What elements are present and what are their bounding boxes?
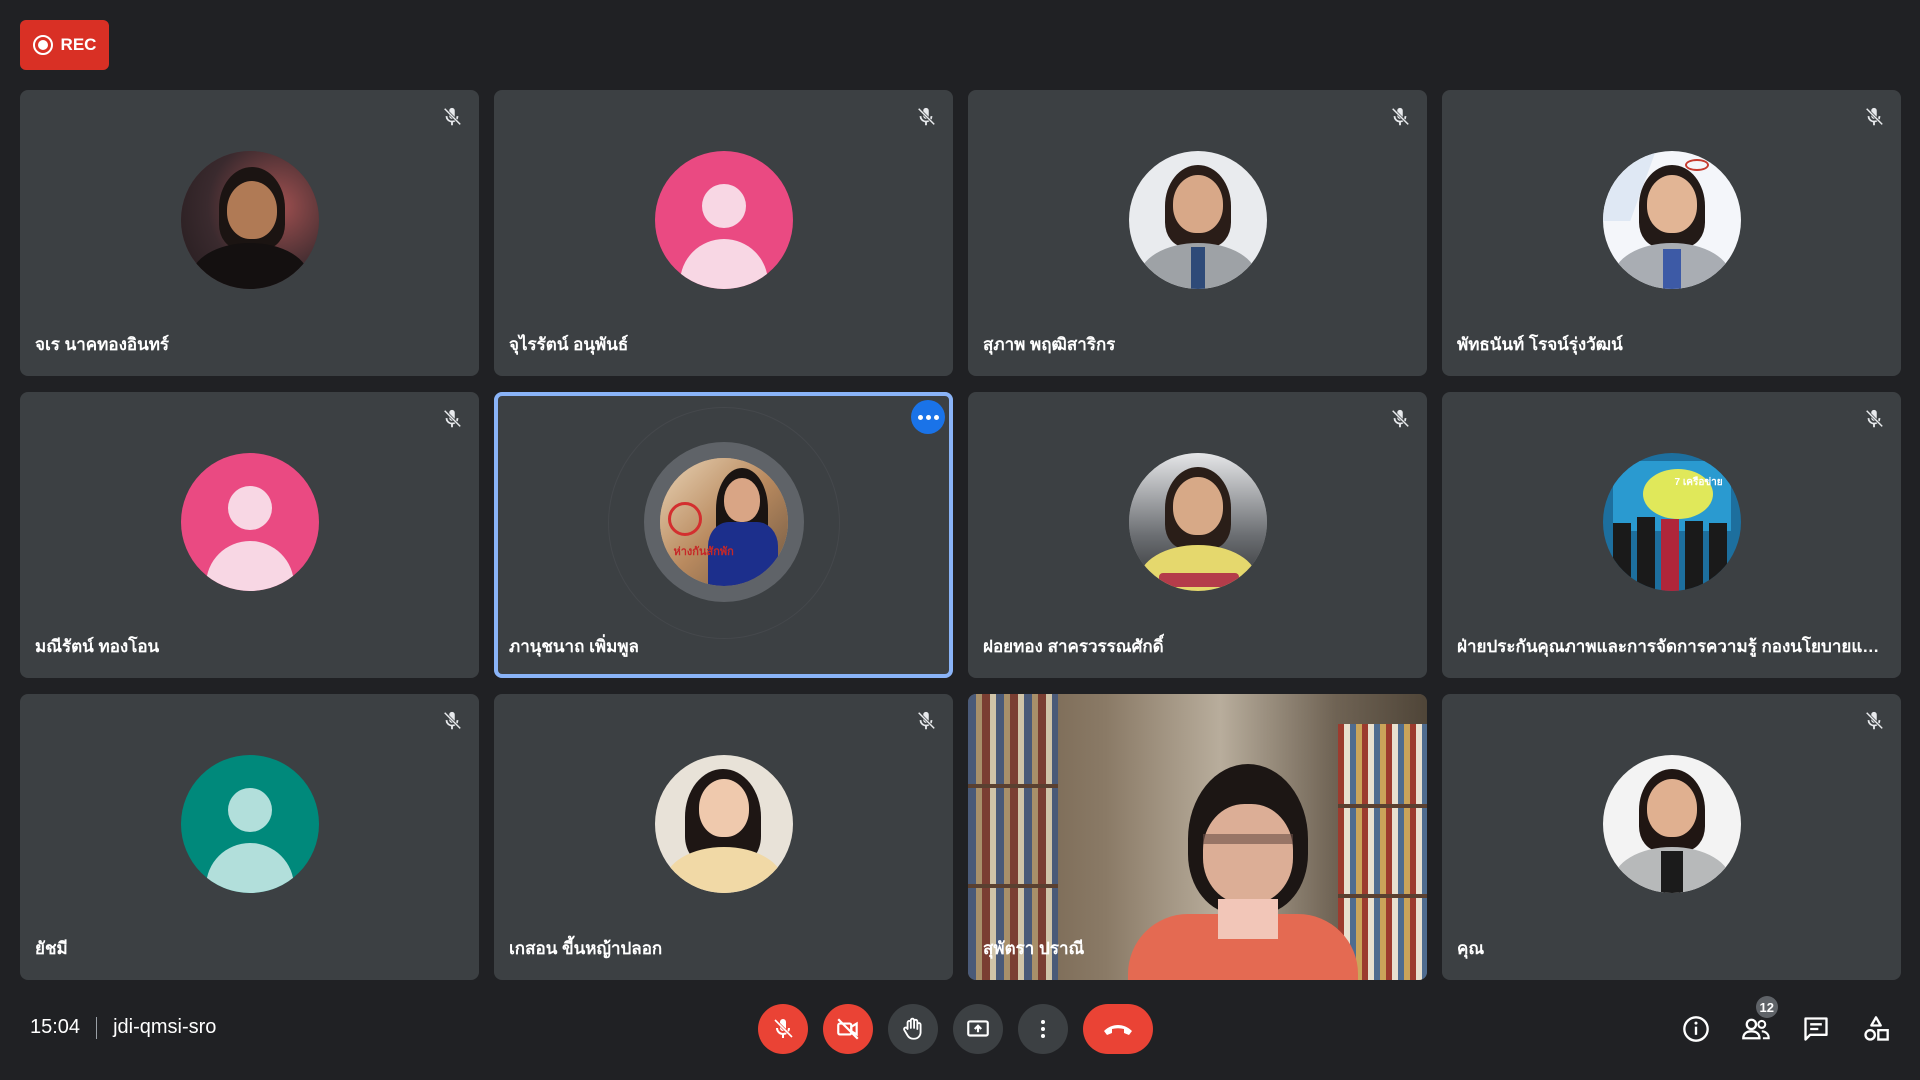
participant-tile[interactable]: สุภาพ พฤฒิสาริกร: [968, 90, 1427, 376]
participant-avatar: ห่างกันสักพัก: [659, 458, 788, 586]
more-options-button[interactable]: [1018, 1004, 1068, 1054]
meeting-info: 15:04 jdi-qmsi-sro: [30, 1016, 216, 1039]
call-controls: [758, 1004, 1153, 1054]
present-screen-icon: [967, 1020, 989, 1037]
rec-label: REC: [60, 35, 97, 54]
raise-hand-icon: [903, 1017, 922, 1040]
participant-tile[interactable]: 7 เครือข่าย ฝ่ายประกันคุณภาพและการจัดการ…: [1442, 392, 1901, 678]
more-options-icon[interactable]: [911, 400, 945, 434]
mic-off-icon: [773, 1018, 794, 1039]
side-panel-buttons: 12: [1672, 996, 1900, 1054]
mic-toggle-button[interactable]: [758, 1004, 808, 1054]
participant-name: พัทธนันท์ โรจน์รุ่งวัฒน์: [1457, 335, 1623, 354]
participant-avatar: [1128, 453, 1267, 591]
recording-indicator: REC: [20, 20, 109, 70]
participant-avatar: 7 เครือข่าย: [1602, 453, 1741, 591]
participant-avatar: [1602, 151, 1741, 289]
people-icon: [1742, 1018, 1770, 1040]
chat-icon: [1804, 1017, 1828, 1041]
participant-tile-self[interactable]: คุณ: [1442, 694, 1901, 980]
mic-muted-icon: [1861, 104, 1887, 130]
participant-tile[interactable]: จเร นาคทองอินทร์: [20, 90, 479, 376]
mic-muted-icon: [439, 104, 465, 130]
people-button[interactable]: 12: [1732, 996, 1780, 1054]
poster-text: 7 เครือข่าย: [1674, 477, 1723, 488]
clock: 15:04: [30, 1016, 81, 1038]
chat-button[interactable]: [1792, 1004, 1840, 1054]
participant-tile[interactable]: มณีรัตน์ ทองโอน: [20, 392, 479, 678]
participant-tile[interactable]: เกสอน ขี้นหญ้าปลอก: [494, 694, 953, 980]
participant-tile[interactable]: ยัชมี: [20, 694, 479, 980]
mic-muted-icon: [913, 104, 939, 130]
meeting-details-button[interactable]: [1672, 1004, 1720, 1054]
participant-avatar: [1128, 151, 1267, 289]
participant-grid: จเร นาคทองอินทร์ จุไรรัตน์ อนุพันธ์ สุภา…: [20, 90, 1901, 980]
participant-name: ฝอยทอง สาครวรรณศักดิ์: [983, 637, 1164, 656]
participant-tile[interactable]: จุไรรัตน์ อนุพันธ์: [494, 90, 953, 376]
participant-name: จุไรรัตน์ อนุพันธ์: [509, 335, 629, 354]
camera-off-icon: [837, 1018, 859, 1040]
participant-name: สุภาพ พฤฒิสาริกร: [983, 335, 1116, 354]
activities-button[interactable]: [1852, 1004, 1900, 1054]
activities-icon: [1864, 1016, 1889, 1041]
participant-name: ยัชมี: [35, 939, 68, 958]
participant-name: คุณ: [1457, 939, 1485, 958]
mic-muted-icon: [439, 708, 465, 734]
raise-hand-button[interactable]: [888, 1004, 938, 1054]
mic-muted-icon: [1861, 406, 1887, 432]
mic-muted-icon: [1861, 708, 1887, 734]
participant-avatar: [654, 755, 793, 893]
participant-tile-active[interactable]: ห่างกันสักพัก ภานุชนาถ เพิ่มพูล: [494, 392, 953, 678]
participant-avatar: [1602, 755, 1741, 893]
mic-muted-icon: [1387, 406, 1413, 432]
meeting-code: jdi-qmsi-sro: [113, 1016, 217, 1038]
participant-name: ภานุชนาถ เพิ่มพูล: [509, 637, 639, 656]
participant-name: จเร นาคทองอินทร์: [35, 335, 170, 354]
participant-name: ฝ่ายประกันคุณภาพและการจัดการความรู้ กองน…: [1457, 637, 1882, 656]
participant-name: มณีรัตน์ ทองโอน: [35, 637, 160, 656]
mic-muted-icon: [1387, 104, 1413, 130]
more-options-icon: [1041, 1020, 1045, 1038]
mic-muted-icon: [439, 406, 465, 432]
default-avatar-icon: [180, 755, 319, 893]
divider: [96, 1016, 98, 1039]
participant-tile[interactable]: พัทธนันท์ โรจน์รุ่งวัฒน์: [1442, 90, 1901, 376]
participant-count-badge: 12: [1755, 996, 1778, 1018]
default-avatar-icon: [654, 151, 793, 289]
participant-video-tile[interactable]: สุพัตรา ปราณี: [968, 694, 1427, 980]
mic-muted-icon: [913, 708, 939, 734]
participant-name: สุพัตรา ปราณี: [983, 939, 1085, 958]
info-icon: [1683, 1016, 1709, 1042]
sign-text: ห่างกันสักพัก: [673, 546, 734, 558]
participant-avatar: [180, 151, 319, 289]
participant-name: เกสอน ขี้นหญ้าปลอก: [509, 939, 663, 958]
present-screen-button[interactable]: [953, 1004, 1003, 1054]
participant-tile[interactable]: ฝอยทอง สาครวรรณศักดิ์: [968, 392, 1427, 678]
default-avatar-icon: [180, 453, 319, 591]
record-icon: [32, 35, 53, 55]
leave-call-button[interactable]: [1083, 1004, 1153, 1054]
end-call-icon: [1104, 1025, 1132, 1035]
camera-toggle-button[interactable]: [823, 1004, 873, 1054]
